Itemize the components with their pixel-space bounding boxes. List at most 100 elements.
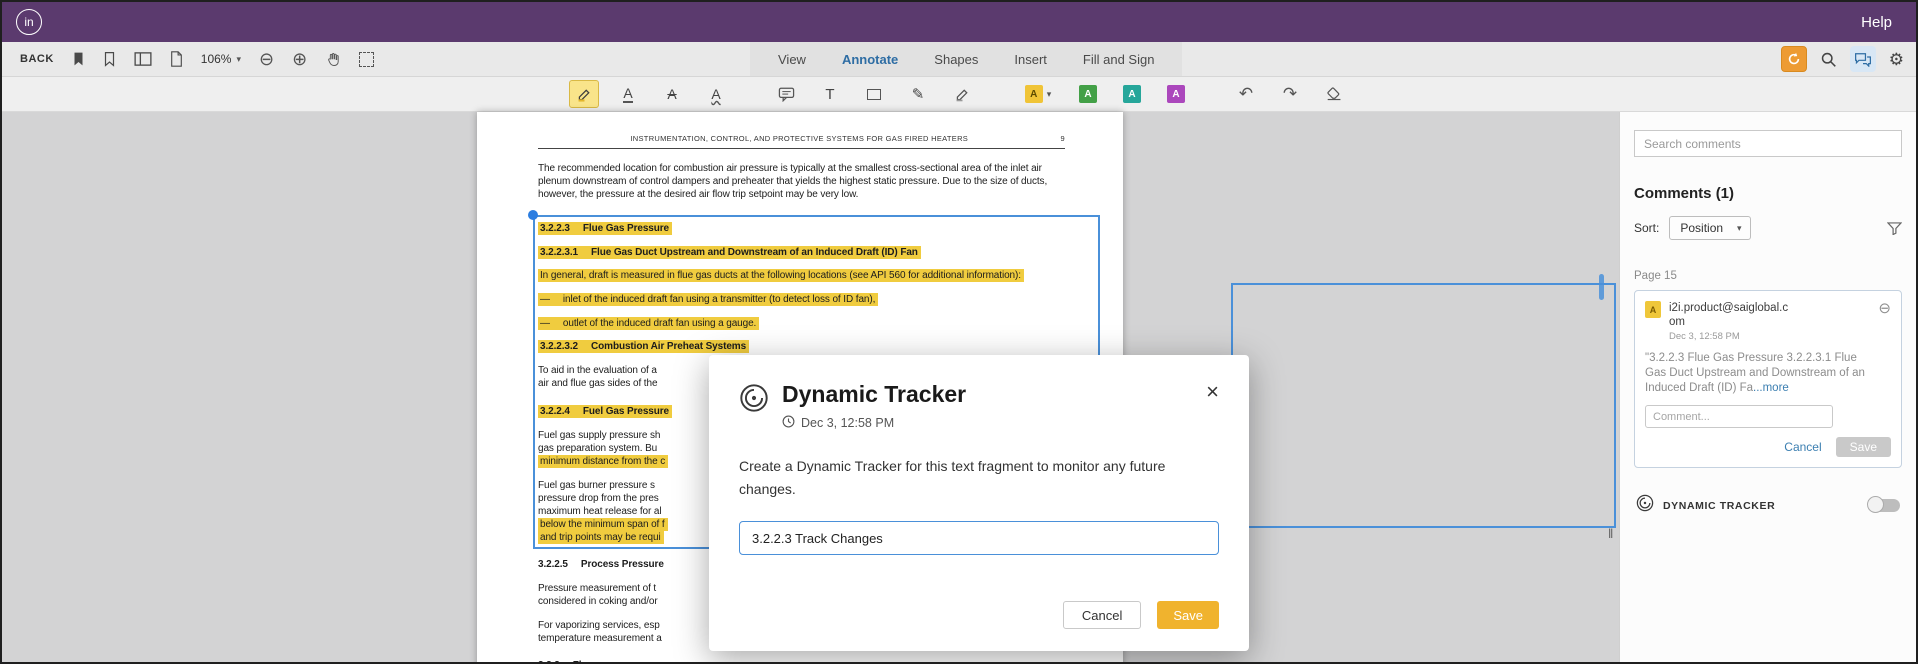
dialog-timestamp: Dec 3, 12:58 PM xyxy=(801,416,895,430)
bookmark-outline-icon[interactable] xyxy=(103,51,116,67)
back-button[interactable]: BACK xyxy=(20,53,54,65)
main-toolbar: BACK 106% ▾ ⊖ ⊕ View Annotate Shapes Ins… xyxy=(2,42,1916,77)
underline-a-icon: A xyxy=(623,84,633,103)
document-line: — outlet of the induced draft fan using a… xyxy=(538,317,1115,330)
green-style-tool-2[interactable]: A xyxy=(1117,80,1147,108)
tab-view[interactable]: View xyxy=(760,42,824,76)
eraser-tool[interactable] xyxy=(1319,80,1349,108)
tracker-region-rectangle xyxy=(1231,283,1616,528)
sort-label: Sort: xyxy=(1634,221,1660,235)
document-line: plenum downstream of control dampers and… xyxy=(538,176,1048,187)
swatch-letter: A xyxy=(1030,88,1038,100)
sort-dropdown[interactable]: Position ▾ xyxy=(1669,216,1751,240)
zoom-level-dropdown[interactable]: 106% ▾ xyxy=(201,52,241,66)
underline-text-tool[interactable]: A xyxy=(613,80,643,108)
titlebar: in Help xyxy=(2,2,1916,42)
comment-author: i2i.product@saiglobal.com xyxy=(1669,302,1789,328)
comments-heading: Comments (1) xyxy=(1634,185,1902,202)
highlight-color-dropdown[interactable]: A ▾ xyxy=(1017,80,1059,108)
dialog-timestamp-row: Dec 3, 12:58 PM xyxy=(782,415,966,431)
side-panel-icon[interactable] xyxy=(134,52,152,66)
save-button[interactable]: Save xyxy=(1157,601,1219,629)
tab-fill-and-sign[interactable]: Fill and Sign xyxy=(1065,42,1173,76)
highlighter-tool[interactable] xyxy=(569,80,599,108)
comments-panel-icon[interactable] xyxy=(1849,46,1876,72)
toggle-knob xyxy=(1867,496,1884,513)
dialog-actions: Cancel Save xyxy=(1062,601,1219,629)
zoom-out-button[interactable]: ⊖ xyxy=(259,50,274,68)
sort-value: Position xyxy=(1680,221,1724,235)
rectangle-icon xyxy=(867,88,881,100)
toolbar-right-group: ⚙ xyxy=(1780,46,1904,72)
comment-cancel-button[interactable]: Cancel xyxy=(1784,440,1821,454)
freehand-highlighter-tool[interactable] xyxy=(947,80,977,108)
strikethrough-a-icon: A xyxy=(667,86,677,102)
dynamic-tracker-toggle[interactable] xyxy=(1867,496,1900,513)
squiggly-a-icon: A xyxy=(711,86,721,102)
comment-actions: Cancel Save xyxy=(1645,437,1891,457)
zoom-in-button[interactable]: ⊕ xyxy=(292,50,307,68)
text-box-tool[interactable]: T xyxy=(815,80,845,108)
swatch-letter: A xyxy=(1084,88,1092,100)
page-group-label: Page 15 xyxy=(1634,270,1677,282)
close-icon[interactable]: × xyxy=(1206,381,1219,403)
sidebar-resize-handle[interactable]: ‖ xyxy=(1608,526,1613,541)
filter-icon[interactable] xyxy=(1887,221,1902,235)
purple-style-tool[interactable]: A xyxy=(1161,80,1191,108)
zoom-value: 106% xyxy=(200,52,232,66)
dialog-title-block: Dynamic Tracker Dec 3, 12:58 PM xyxy=(782,381,966,431)
app-window: in Help BACK 106% ▾ ⊖ ⊕ View Annotate Sh… xyxy=(0,0,1918,664)
undo-icon[interactable]: ↶ xyxy=(1231,80,1261,108)
strikethrough-text-tool[interactable]: A xyxy=(657,80,687,108)
document-line: 3.2.3Flow xyxy=(538,659,1115,662)
dialog-title: Dynamic Tracker xyxy=(782,381,967,407)
document-line: 3.2.2.3.2 Combustion Air Preheat Systems xyxy=(538,340,1115,353)
dynamic-tracker-row: DYNAMIC TRACKER xyxy=(1634,494,1902,517)
tab-annotate[interactable]: Annotate xyxy=(824,42,916,76)
bookmark-filled-icon[interactable] xyxy=(72,51,85,67)
clock-icon xyxy=(782,415,795,431)
document-line: The recommended location for combustion … xyxy=(538,163,1042,174)
teal-swatch-icon: A xyxy=(1123,85,1141,103)
comment-input[interactable] xyxy=(1645,405,1833,428)
marquee-select-icon[interactable] xyxy=(359,51,375,67)
app-logo-icon: in xyxy=(16,9,42,35)
chevron-down-icon: ▾ xyxy=(236,53,242,64)
tracker-name-input[interactable] xyxy=(739,521,1219,555)
dynamic-tracker-toolbar-button[interactable] xyxy=(1780,46,1807,72)
document-line: In general, draft is measured in flue ga… xyxy=(538,269,1115,282)
document-line: 3.2.2.3 Flue Gas Pressure xyxy=(538,222,1115,235)
green-style-tool-1[interactable]: A xyxy=(1073,80,1103,108)
tab-insert[interactable]: Insert xyxy=(996,42,1065,76)
comment-card[interactable]: A i2i.product@saiglobal.com Dec 3, 12:58… xyxy=(1634,290,1902,468)
hand-tool-icon[interactable] xyxy=(325,51,341,68)
purple-swatch-icon: A xyxy=(1167,85,1185,103)
comment-timestamp: Dec 3, 12:58 PM xyxy=(1669,331,1740,342)
search-comments-input[interactable] xyxy=(1634,130,1902,157)
note-letter: A xyxy=(1649,304,1657,315)
comment-save-button[interactable]: Save xyxy=(1835,437,1891,457)
search-icon[interactable] xyxy=(1820,51,1837,68)
green-swatch-icon: A xyxy=(1079,85,1097,103)
dynamic-tracker-dialog: Dynamic Tracker Dec 3, 12:58 PM × Create… xyxy=(709,355,1249,651)
highlight-annotation-icon: A xyxy=(1645,301,1661,318)
dynamic-tracker-icon xyxy=(1636,494,1654,517)
gear-icon[interactable]: ⚙ xyxy=(1889,51,1904,68)
redo-icon[interactable]: ↷ xyxy=(1275,80,1305,108)
canvas-scrollbar-thumb[interactable] xyxy=(1599,274,1604,300)
help-link[interactable]: Help xyxy=(1861,14,1892,31)
swatch-letter: A xyxy=(1128,88,1136,100)
more-link[interactable]: ...more xyxy=(1753,382,1789,394)
squiggly-underline-tool[interactable]: A xyxy=(701,80,731,108)
chevron-down-icon: ▾ xyxy=(1046,88,1052,99)
pen-tool[interactable]: ✎ xyxy=(903,80,933,108)
ribbon-tabs: View Annotate Shapes Insert Fill and Sig… xyxy=(750,42,1183,76)
dialog-description: Create a Dynamic Tracker for this text f… xyxy=(739,458,1166,497)
cancel-button[interactable]: Cancel xyxy=(1062,601,1142,629)
selection-handle[interactable] xyxy=(528,210,538,220)
resolve-icon[interactable]: ⊖ xyxy=(1878,301,1891,316)
sticky-note-tool[interactable] xyxy=(771,80,801,108)
rectangle-tool[interactable] xyxy=(859,80,889,108)
page-extract-icon[interactable] xyxy=(170,51,183,67)
tab-shapes[interactable]: Shapes xyxy=(916,42,996,76)
